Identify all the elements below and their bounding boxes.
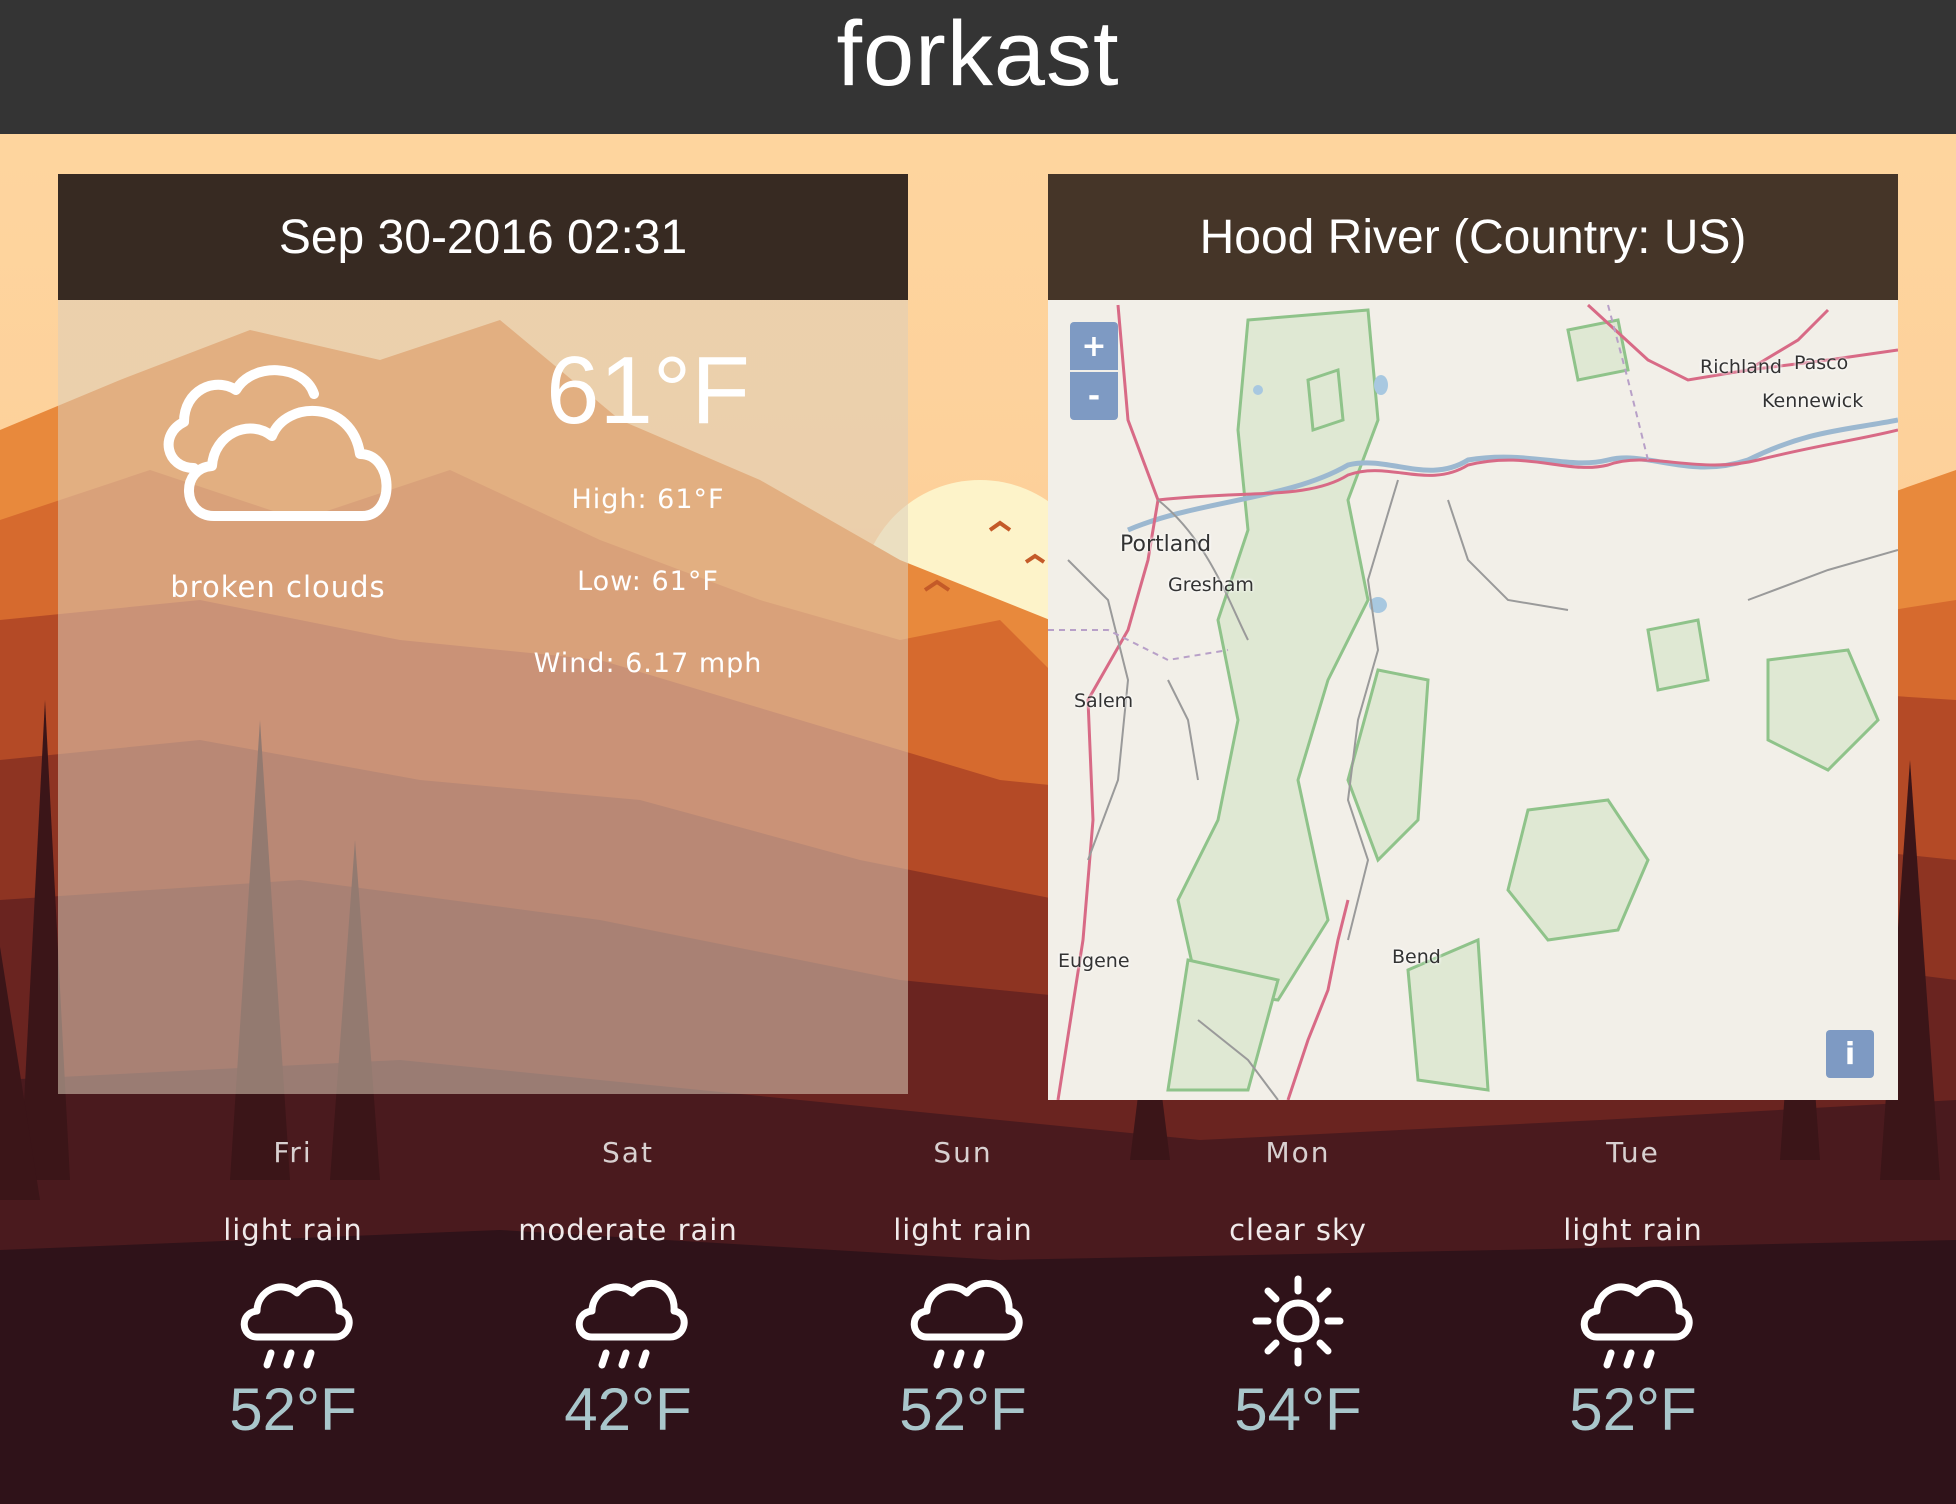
forecast-description: light rain [1563, 1213, 1703, 1247]
forecast-day-label: Mon [1265, 1136, 1331, 1169]
forecast-description: clear sky [1229, 1213, 1367, 1247]
current-low: Low: 61°F [577, 566, 719, 597]
rain-icon [240, 1279, 353, 1369]
map-label-gresham: Gresham [1168, 574, 1254, 596]
current-temperature: 61°F [546, 337, 750, 444]
current-datetime: Sep 30-2016 02:31 [278, 210, 688, 264]
forecast-temperature: 52°F [229, 1376, 357, 1443]
forecast-day-label: Sun [933, 1136, 993, 1169]
forecast-description: light rain [223, 1213, 363, 1247]
map-tiles [1048, 303, 1898, 1100]
rain-icon [1580, 1279, 1693, 1369]
map-info-button[interactable]: i [1826, 1030, 1874, 1078]
forecast-temperature: 52°F [899, 1376, 1027, 1443]
forecast-day-label: Sat [602, 1136, 654, 1169]
app-header: forkast [0, 0, 1956, 134]
forecast-day: Sun light rain 52°F [793, 1136, 1133, 1444]
forecast-day-label: Fri [273, 1136, 313, 1169]
forecast-temperature: 52°F [1569, 1376, 1697, 1443]
sun-icon [1252, 1275, 1344, 1367]
forecast-temperature: 54°F [1234, 1376, 1362, 1443]
map-label-salem: Salem [1074, 690, 1134, 712]
location-header: Hood River (Country: US) [1048, 174, 1898, 300]
forecast-day: Tue light rain 52°F [1463, 1136, 1803, 1444]
forecast-description: moderate rain [518, 1213, 738, 1247]
current-description: broken clouds [170, 570, 386, 604]
forecast-temperature: 42°F [564, 1376, 692, 1443]
map-zoom-in-button[interactable]: + [1070, 322, 1118, 370]
broken-clouds-icon [163, 365, 392, 521]
map-label-pasco: Pasco [1794, 352, 1849, 374]
forecast-day: Sat moderate rain 42°F [458, 1136, 798, 1444]
current-wind: Wind: 6.17 mph [533, 648, 763, 679]
current-high: High: 61°F [571, 484, 725, 515]
forecast-day: Mon clear sky 54°F [1128, 1136, 1468, 1444]
map-label-eugene: Eugene [1058, 950, 1130, 972]
rain-icon [575, 1279, 688, 1369]
location-map[interactable]: + - i Portland Gresham Salem Eugene Bend… [1048, 300, 1898, 1100]
map-label-kennewick: Kennewick [1762, 390, 1864, 412]
forecast-description: light rain [893, 1213, 1033, 1247]
app-title: forkast [836, 2, 1120, 105]
location-title: Hood River (Country: US) [1199, 210, 1747, 264]
map-zoom-out-button[interactable]: - [1070, 372, 1118, 420]
forecast-day: Fri light rain 52°F [123, 1136, 463, 1444]
map-label-bend: Bend [1392, 946, 1441, 968]
current-datetime-header: Sep 30-2016 02:31 [58, 174, 908, 300]
current-weather-panel: broken clouds 61°F High: 61°F Low: 61°F … [58, 300, 908, 1094]
map-label-portland: Portland [1120, 532, 1212, 557]
map-label-richland: Richland [1700, 356, 1782, 378]
forecast-day-label: Tue [1606, 1136, 1660, 1169]
rain-icon [910, 1279, 1023, 1369]
